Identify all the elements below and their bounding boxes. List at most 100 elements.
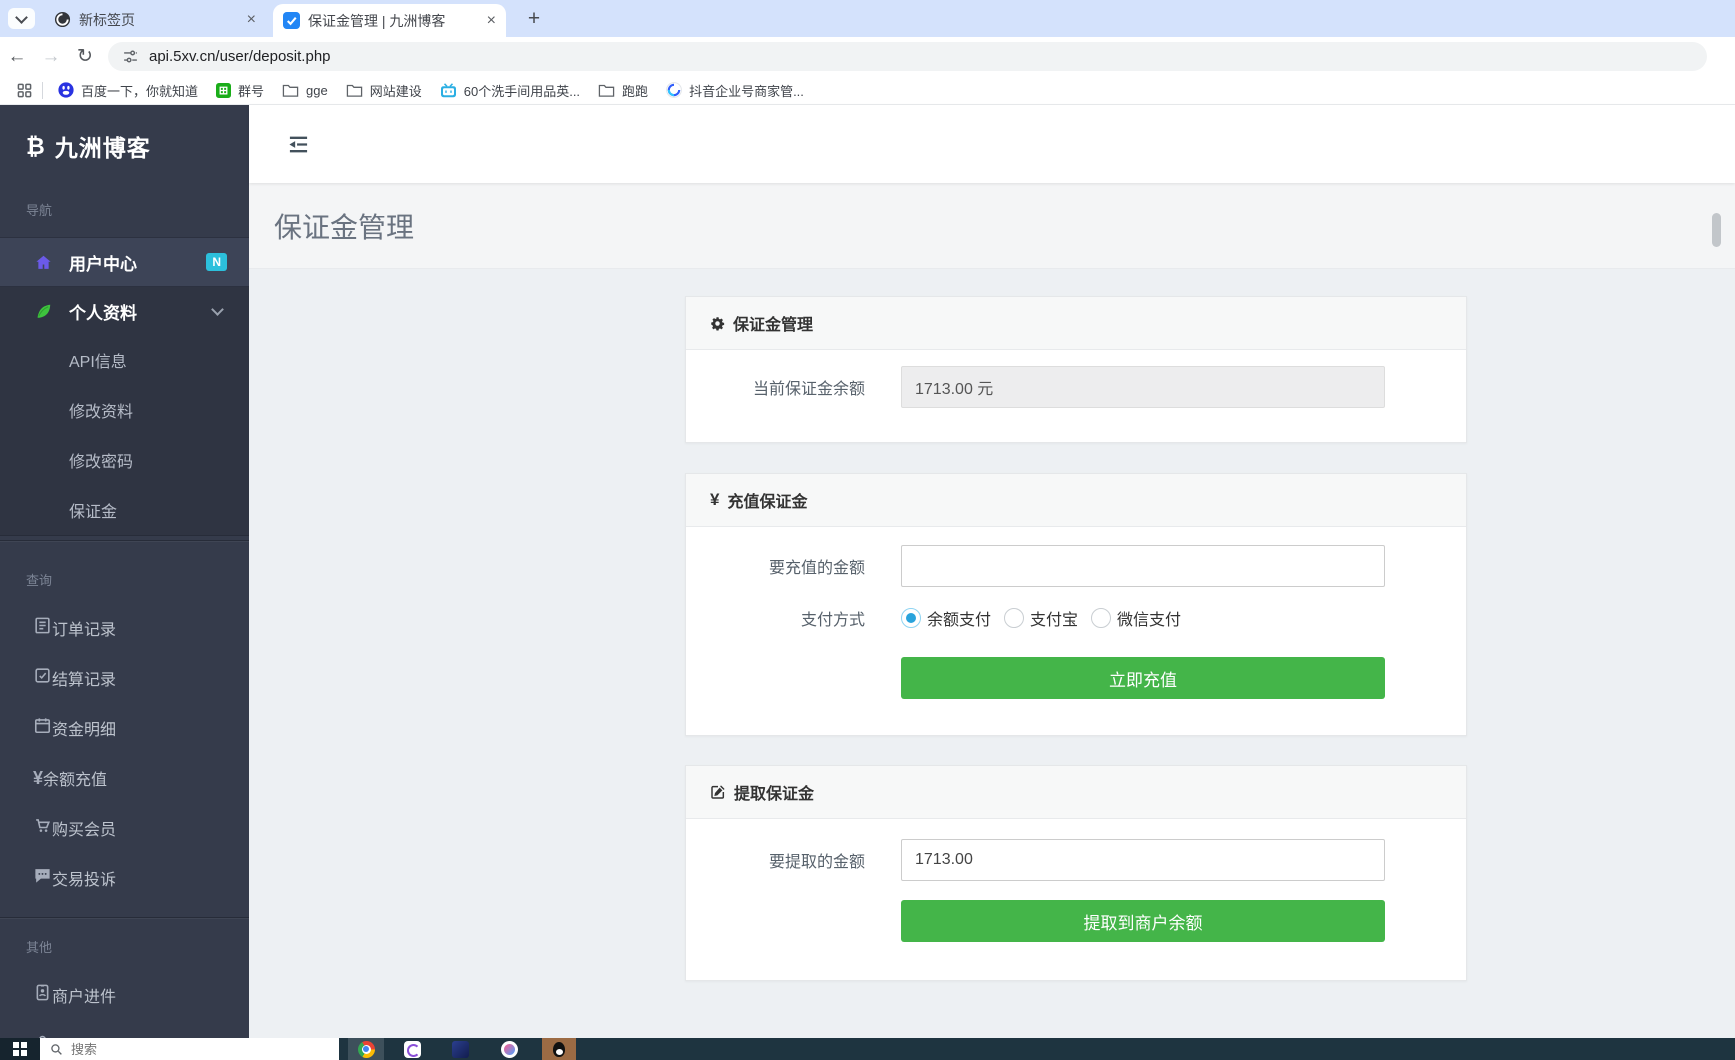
- sidebar-toggle-icon[interactable]: [285, 132, 311, 156]
- site-favicon: [283, 12, 300, 29]
- withdraw-amount-label: 要提取的金额: [686, 848, 865, 872]
- radio-wechat-pay[interactable]: 微信支付: [1091, 606, 1181, 630]
- bookmark-douyin[interactable]: 抖音企业号商家管...: [657, 79, 813, 101]
- sidebar-item-label: 保证金: [69, 498, 117, 522]
- reload-button[interactable]: ↻: [68, 45, 102, 68]
- sidebar-item-merchant-onboarding[interactable]: 商户进件: [0, 970, 249, 1020]
- browser-tab-active[interactable]: 保证金管理 | 九洲博客 ×: [273, 4, 506, 37]
- folder-icon: [282, 83, 299, 98]
- sidebar-item-label: 交易投诉: [52, 866, 116, 890]
- radio-balance-pay[interactable]: 余额支付: [901, 606, 991, 630]
- taskbar-app-button[interactable]: [498, 1038, 520, 1060]
- divider: [42, 82, 43, 99]
- card-header: 提取保证金: [686, 766, 1466, 819]
- bookmark-bilibili[interactable]: 60个洗手间用品英...: [431, 79, 589, 101]
- chevron-down-icon: [211, 303, 224, 316]
- url-bar[interactable]: api.5xv.cn/user/deposit.php: [108, 42, 1707, 71]
- bookmark-folder-website[interactable]: 网站建设: [337, 79, 431, 101]
- taskbar-app-button[interactable]: [401, 1038, 423, 1060]
- taskbar-search[interactable]: [40, 1038, 339, 1060]
- divider: [0, 917, 249, 918]
- card-deposit-management: 保证金管理 当前保证金余额: [685, 296, 1467, 443]
- sidebar-item-label: 个人资料: [69, 299, 137, 324]
- bookmark-folder-paopao[interactable]: 跑跑: [589, 79, 657, 101]
- card-title: 充值保证金: [727, 488, 807, 512]
- sidebar-item-order-records[interactable]: 订单记录: [0, 603, 249, 653]
- scrollbar-thumb[interactable]: [1712, 213, 1721, 247]
- browser-tab-newtab[interactable]: 新标签页 ×: [44, 6, 266, 33]
- taskbar-app-button[interactable]: [449, 1038, 472, 1060]
- chrome-icon: [358, 1041, 375, 1058]
- recharge-amount-label: 要充值的金额: [686, 554, 865, 578]
- tab-title: 新标签页: [79, 10, 239, 30]
- bookmark-group-number[interactable]: 群号: [207, 79, 273, 101]
- bookmark-label: 百度一下，你就知道: [81, 81, 198, 100]
- balance-field: [901, 366, 1385, 408]
- sidebar-item-profile[interactable]: 个人资料: [0, 287, 249, 335]
- bookmark-folder-gge[interactable]: gge: [273, 79, 337, 101]
- sidebar-item-label: 资金明细: [52, 716, 116, 740]
- radio-label: 余额支付: [927, 606, 991, 630]
- new-tab-button[interactable]: +: [522, 7, 546, 31]
- close-icon[interactable]: ×: [247, 12, 256, 28]
- screen: 新标签页 × 保证金管理 | 九洲博客 × + ← → ↻ api.5xv.cn…: [0, 0, 1735, 1060]
- gear-icon: [710, 316, 725, 331]
- id-card-icon: [33, 983, 52, 1007]
- radio-icon: [1091, 608, 1111, 628]
- withdraw-amount-input[interactable]: [901, 839, 1385, 881]
- recharge-now-button[interactable]: 立即充值: [901, 657, 1385, 699]
- back-button[interactable]: ←: [0, 46, 34, 68]
- taskbar-search-input[interactable]: [69, 1041, 293, 1058]
- chevron-down-icon: [15, 11, 28, 24]
- sidebar-item-user-center[interactable]: 用户中心 N: [0, 237, 249, 287]
- bookmark-label: gge: [306, 83, 328, 98]
- edit-icon: [710, 784, 726, 800]
- card-header: 保证金管理: [686, 297, 1466, 350]
- navy-app-icon: [452, 1041, 469, 1058]
- balance-label: 当前保证金余额: [686, 375, 865, 399]
- site-settings-icon[interactable]: [122, 48, 139, 65]
- forward-button[interactable]: →: [34, 46, 68, 68]
- start-button[interactable]: [0, 1038, 40, 1060]
- url-text: api.5xv.cn/user/deposit.php: [149, 48, 331, 65]
- divider: [0, 540, 249, 541]
- folder-icon: [598, 83, 615, 98]
- radio-selected-icon: [901, 608, 921, 628]
- yen-icon: ¥: [33, 768, 43, 789]
- sidebar-item-balance-recharge[interactable]: ¥ 余额充值: [0, 753, 249, 803]
- sidebar-item-edit-profile[interactable]: 修改资料: [0, 385, 249, 435]
- sidebar-item-api-info[interactable]: API信息: [0, 335, 249, 385]
- sidebar-item-change-password[interactable]: 修改密码: [0, 435, 249, 485]
- sidebar-item-fund-details[interactable]: 资金明细: [0, 703, 249, 753]
- page-title-band: 保证金管理: [249, 183, 1735, 269]
- sidebar-item-label: 结算记录: [52, 666, 116, 690]
- app-logo[interactable]: ₿ 九洲博客: [0, 105, 249, 187]
- radio-alipay[interactable]: 支付宝: [1004, 606, 1078, 630]
- bookmark-label: 跑跑: [622, 81, 648, 100]
- sidebar-item-trade-complaints[interactable]: 交易投诉: [0, 853, 249, 903]
- taskbar-qq-button[interactable]: [542, 1038, 576, 1060]
- tab-search-button[interactable]: [8, 8, 35, 29]
- sidebar-item-label: 订单记录: [52, 616, 116, 640]
- card-withdraw-deposit: 提取保证金 要提取的金额 提取到商户余额: [685, 765, 1467, 981]
- close-icon[interactable]: ×: [487, 13, 496, 29]
- apps-grid-icon[interactable]: [12, 79, 36, 101]
- card-title: 提取保证金: [734, 780, 814, 804]
- recharge-amount-input[interactable]: [901, 545, 1385, 587]
- sidebar-item-label: 商户进件: [52, 983, 116, 1007]
- sidebar: ₿ 九洲博客 导航 用户中心 N 个人资料 API信息 修改资料 修改密码 保证…: [0, 105, 249, 1038]
- withdraw-button[interactable]: 提取到商户余额: [901, 900, 1385, 942]
- sidebar-item-deposit[interactable]: 保证金: [0, 485, 249, 535]
- chat-bubble-icon: [33, 866, 52, 890]
- taskbar-chrome-button[interactable]: [348, 1038, 384, 1060]
- folder-icon: [346, 83, 363, 98]
- sidebar-item-buy-membership[interactable]: 购买会员: [0, 803, 249, 853]
- sidebar-item-label: API信息: [69, 348, 127, 372]
- pay-method-label: 支付方式: [686, 606, 865, 630]
- bookmark-baidu[interactable]: 百度一下，你就知道: [49, 79, 207, 101]
- sidebar-item-invite-cashback[interactable]: 邀请返现: [0, 1020, 249, 1038]
- sidebar-item-settlement-records[interactable]: 结算记录: [0, 653, 249, 703]
- pay-method-group: 余额支付 支付宝 微信支付: [901, 606, 1194, 630]
- sidebar-item-label: 购买会员: [52, 816, 116, 840]
- sidebar-item-label: 修改资料: [69, 398, 133, 422]
